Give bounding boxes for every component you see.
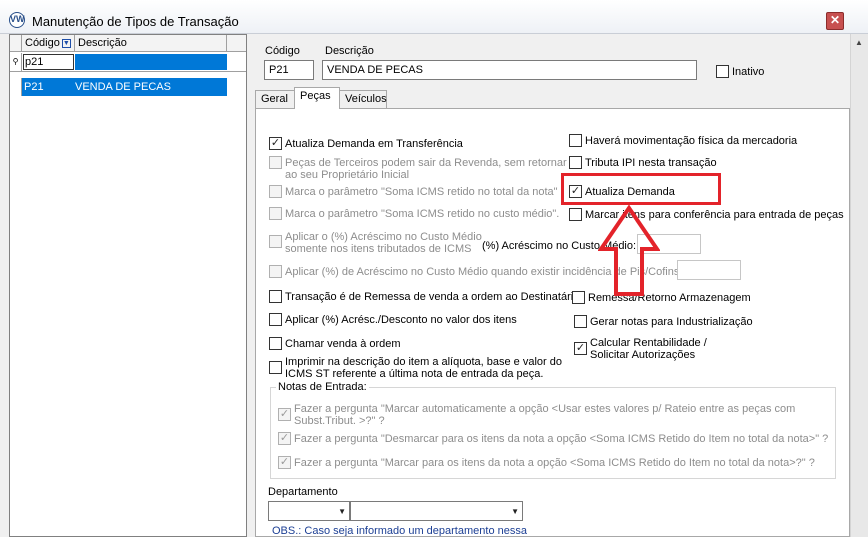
chevron-down-icon[interactable]: ▼ [338, 507, 346, 516]
option-label-line2: Subst.Tribut. >?" ? [294, 415, 385, 427]
departamento-label: Departamento [268, 486, 338, 498]
option-label: Fazer a pergunta "Marcar para os itens d… [294, 457, 815, 469]
checkbox[interactable] [269, 290, 282, 303]
checkbox [269, 265, 282, 278]
title-bar: VW Manutenção de Tipos de Transação ✕ [0, 0, 868, 34]
transaction-type-grid[interactable]: Código ▼ Descrição ⚲ p21 P21 VENDA DE PEC… [9, 34, 247, 537]
departamento-select-2[interactable]: ▼ [350, 501, 523, 521]
descricao-label: Descrição [325, 45, 374, 57]
option-label: Calcular Rentabilidade / [590, 337, 707, 349]
scroll-up-icon[interactable]: ▲ [855, 38, 863, 47]
descricao-filter-input[interactable] [75, 54, 227, 70]
option-label: Imprimir na descrição do item a alíquota… [285, 356, 562, 368]
inativo-label: Inativo [732, 66, 765, 78]
checkbox [269, 207, 282, 220]
option-label: Marca o parâmetro "Soma ICMS retido no t… [285, 186, 558, 198]
option-label: Gerar notas para Industrialização [590, 316, 753, 328]
option-label: Atualiza Demanda em Transferência [285, 138, 463, 150]
option-label: Fazer a pergunta "Desmarcar para os iten… [294, 433, 829, 445]
filter-icon[interactable]: ▼ [61, 38, 71, 48]
row-codigo: P21 [24, 81, 44, 93]
codigo-label: Código [265, 45, 300, 57]
tab-geral[interactable]: Geral [255, 90, 295, 108]
checkbox[interactable] [569, 156, 582, 169]
close-button[interactable]: ✕ [826, 12, 844, 30]
option-label: Aplicar o (%) Acréscimo no Custo Médio [285, 231, 482, 243]
checkbox[interactable] [574, 315, 587, 328]
obs-text: OBS.: Caso seja informado um departament… [272, 525, 527, 537]
checkbox [269, 235, 282, 248]
checkbox[interactable] [269, 313, 282, 326]
codigo-filter-input[interactable]: p21 [23, 54, 74, 70]
notas-entrada-title: Notas de Entrada: [276, 381, 369, 393]
grid-filter-row: ⚲ p21 [10, 53, 246, 72]
option-label-line2: ICMS ST referente a última nota de entra… [285, 368, 544, 380]
option-label: Chamar venda à ordem [285, 338, 401, 350]
window-scrollbar[interactable]: ▲ [850, 34, 868, 537]
option-label: Tributa IPI nesta transação [585, 157, 717, 169]
chevron-down-icon[interactable]: ▼ [511, 507, 519, 516]
highlight-box [561, 173, 721, 205]
checkbox[interactable]: ✓ [574, 342, 587, 355]
option-label-line2: somente nos itens tributados de ICMS [285, 243, 472, 255]
inativo-checkbox[interactable] [716, 65, 729, 78]
checkbox: ✓ [278, 432, 291, 445]
descricao-field[interactable]: VENDA DE PECAS [322, 60, 697, 80]
option-label: Haverá movimentação física da mercadoria [585, 135, 798, 147]
codigo-field[interactable]: P21 [264, 60, 314, 80]
option-label: Peças de Terceiros podem sair da Revenda… [285, 157, 567, 169]
departamento-select-1[interactable]: ▼ [268, 501, 350, 521]
grid-indicator-header [10, 35, 22, 52]
checkbox[interactable] [269, 361, 282, 374]
app-logo-icon: VW [9, 12, 25, 28]
checkbox: ✓ [278, 456, 291, 469]
row-descricao: VENDA DE PECAS [75, 81, 171, 93]
checkbox[interactable] [569, 134, 582, 147]
grid-header: Código ▼ Descrição [10, 35, 246, 52]
up-arrow-annotation [598, 205, 660, 296]
filter-row-icon: ⚲ [10, 53, 22, 71]
checkbox [269, 156, 282, 169]
row-selector[interactable] [10, 78, 22, 96]
option-label: Fazer a pergunta "Marcar automaticamente… [294, 403, 796, 415]
option-label-line2: Solicitar Autorizações [590, 349, 696, 361]
checkbox[interactable]: ✓ [269, 137, 282, 150]
option-label-line2: ao seu Proprietário Inicial [285, 169, 410, 181]
pis-cofins-input [677, 260, 741, 280]
tab-pecas[interactable]: Peças [294, 87, 340, 109]
checkbox[interactable] [572, 291, 585, 304]
checkbox[interactable] [269, 337, 282, 350]
checkbox [269, 185, 282, 198]
checkbox: ✓ [278, 408, 291, 421]
tab-veiculos[interactable]: Veículos [339, 90, 387, 108]
pecas-tab-panel: ✓ Atualiza Demanda em Transferência Peça… [255, 108, 850, 537]
option-label: Aplicar (%) Acrésc./Desconto no valor do… [285, 314, 517, 326]
window-title: Manutenção de Tipos de Transação [32, 14, 239, 29]
option-label: Marca o parâmetro "Soma ICMS retido no c… [285, 208, 560, 220]
checkbox[interactable] [569, 208, 582, 221]
column-header-descricao[interactable]: Descrição [75, 35, 227, 52]
option-label: Transação é de Remessa de venda a ordem … [285, 291, 580, 303]
table-row[interactable]: P21 VENDA DE PECAS [10, 78, 227, 96]
column-header-codigo-label: Código [25, 37, 60, 49]
column-header-codigo[interactable]: Código ▼ [22, 35, 75, 52]
